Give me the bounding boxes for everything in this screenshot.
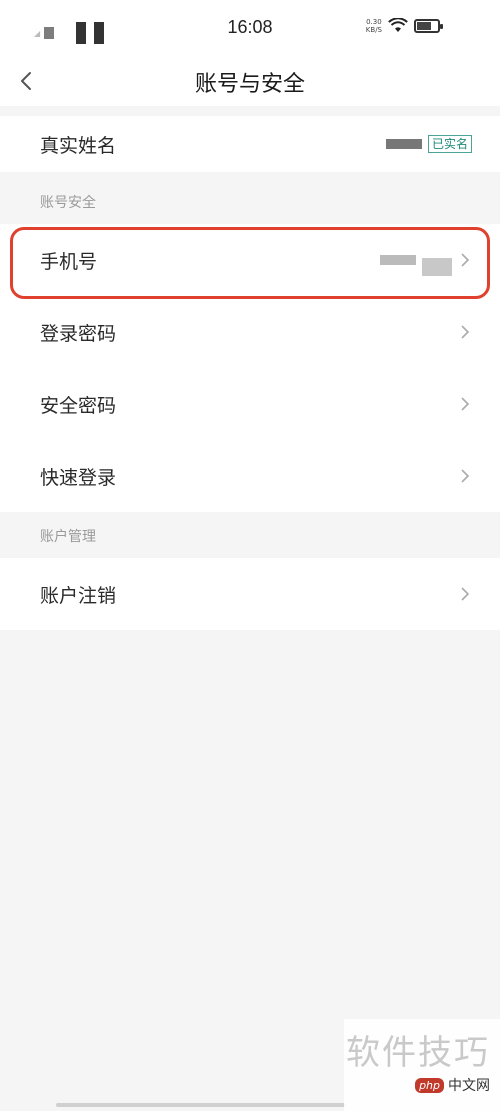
status-right: 0.30 KB/S <box>366 18 443 34</box>
status-bar: ◢ 16:08 0.30 KB/S <box>0 0 500 56</box>
account-security-section: 手机号 登录密码 安全密码 快速登录 <box>0 224 500 512</box>
verified-badge: 已实名 <box>427 135 472 153</box>
chevron-right-icon <box>461 325 470 339</box>
cancel-account-value <box>458 585 472 603</box>
login-password-label: 登录密码 <box>40 322 117 345</box>
network-speed: 0.30 KB/S <box>366 18 382 34</box>
watermark-logo: php 中文网 <box>415 1075 490 1095</box>
real-name-section: 真实姓名 已实名 <box>0 116 500 172</box>
section-header-account-management: 账户管理 <box>40 529 96 545</box>
real-name-row[interactable]: 真实姓名 已实名 <box>0 116 500 172</box>
speed-value: 0.30 <box>366 18 382 26</box>
chevron-right-icon <box>461 469 470 483</box>
chevron-right-icon <box>461 587 470 601</box>
blurred-phone <box>380 255 416 265</box>
quick-login-label: 快速登录 <box>40 466 117 489</box>
login-password-row[interactable]: 登录密码 <box>0 296 500 368</box>
blurred-name <box>385 139 422 149</box>
quick-login-row[interactable]: 快速登录 <box>0 440 500 512</box>
blurred-phone <box>422 258 452 276</box>
navbar: 账号与安全 <box>0 56 500 106</box>
phone-value <box>380 244 472 276</box>
page-title: 账号与安全 <box>194 72 305 97</box>
account-management-section: 账户注销 <box>0 558 500 630</box>
real-name-value: 已实名 <box>385 135 472 153</box>
php-logo-badge: php <box>415 1077 444 1093</box>
chevron-right-icon <box>461 253 470 267</box>
speed-unit: KB/S <box>365 26 382 34</box>
battery-icon <box>414 19 443 33</box>
chevron-right-icon <box>461 397 470 411</box>
section-header-account-security: 账号安全 <box>40 195 96 211</box>
quick-login-value <box>458 467 472 485</box>
watermark-logo-text: 中文网 <box>448 1078 490 1094</box>
login-password-value <box>458 323 472 341</box>
watermark-text: 软件技巧 <box>346 1033 490 1073</box>
wifi-icon <box>388 18 408 32</box>
phone-label: 手机号 <box>40 250 98 273</box>
cancel-account-label: 账户注销 <box>40 584 117 607</box>
real-name-label: 真实姓名 <box>40 134 117 157</box>
watermark: 软件技巧 php 中文网 <box>344 1019 500 1111</box>
cancel-account-row[interactable]: 账户注销 <box>0 558 500 630</box>
gesture-bar <box>56 1103 346 1107</box>
security-password-label: 安全密码 <box>40 394 117 417</box>
phone-row[interactable]: 手机号 <box>0 224 500 296</box>
security-password-row[interactable]: 安全密码 <box>0 368 500 440</box>
security-password-value <box>458 395 472 413</box>
